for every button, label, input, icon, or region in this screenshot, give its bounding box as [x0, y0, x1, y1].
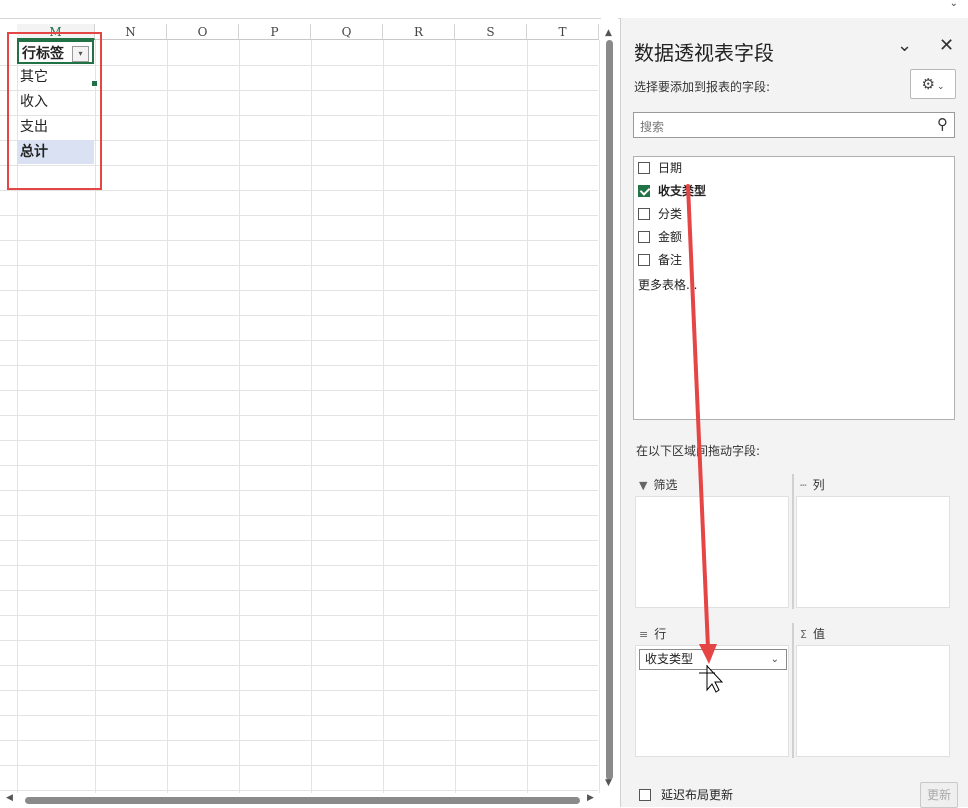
annotation-arrow	[686, 184, 724, 693]
move-cursor-icon	[699, 664, 724, 693]
